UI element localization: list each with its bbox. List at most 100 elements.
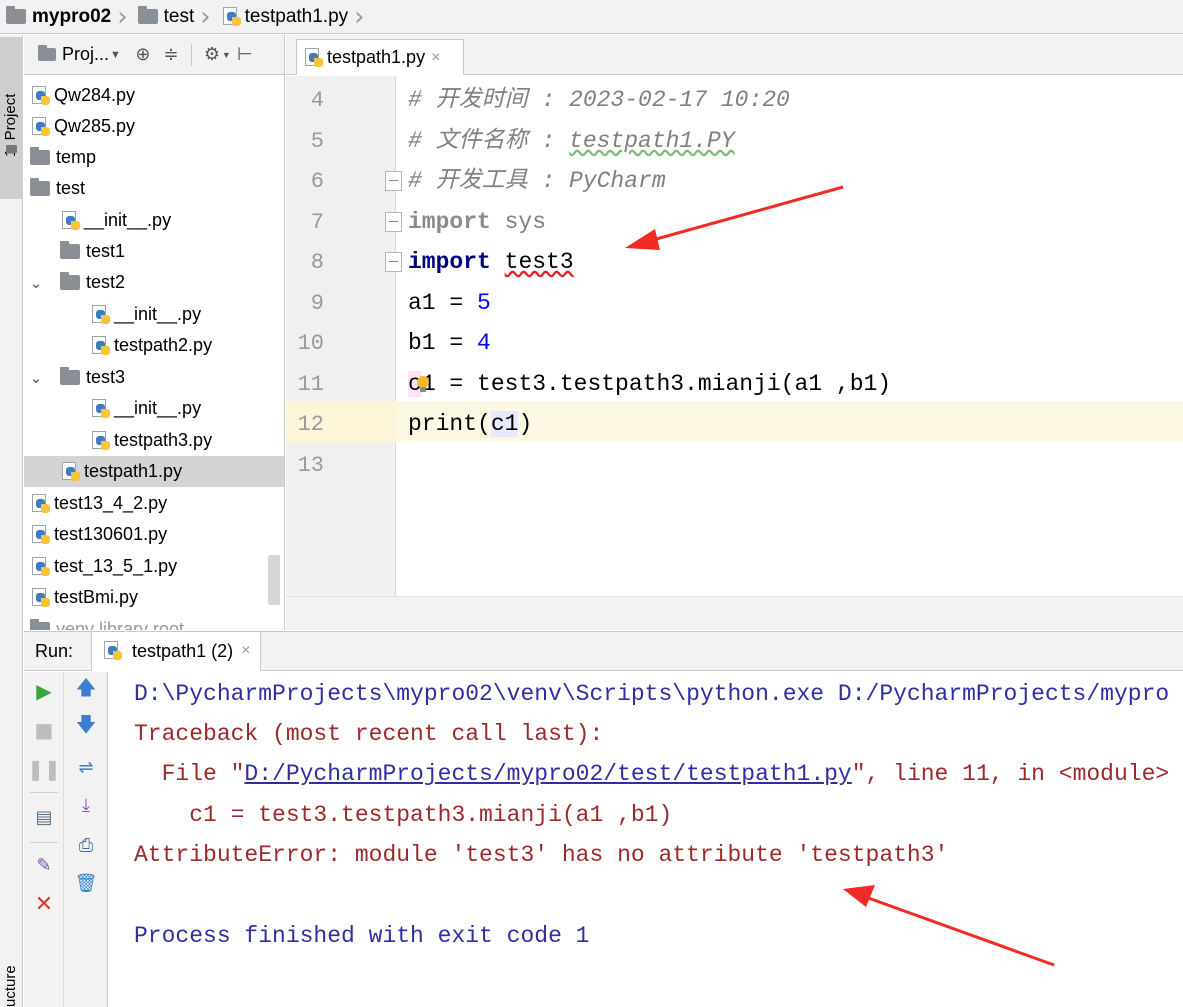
- console-command-line: D:\PycharmProjects\mypro02\venv\Scripts\…: [134, 681, 1170, 707]
- line-number: 9: [310, 291, 324, 316]
- python-file-icon: [30, 493, 52, 515]
- chevron-down-icon[interactable]: ⌄: [26, 369, 46, 387]
- code-line-8: import test3: [408, 242, 574, 282]
- hide-panel-icon[interactable]: ⊢: [231, 41, 259, 69]
- tree-item-file[interactable]: test_13_5_1.py: [24, 551, 284, 582]
- tree-item-file-selected[interactable]: testpath1.py: [24, 456, 284, 487]
- assignment: b1 =: [408, 330, 478, 356]
- tree-item-folder[interactable]: ⌄ test3: [24, 362, 284, 393]
- rerun-icon[interactable]: ▶: [31, 678, 57, 704]
- run-tab-testpath1[interactable]: testpath1 (2) ×: [91, 631, 262, 671]
- dropdown-arrow-icon[interactable]: ▼: [110, 49, 121, 61]
- breadcrumb-folder-label: test: [163, 5, 195, 27]
- tree-scrollbar[interactable]: [268, 555, 280, 605]
- close-paren: ): [518, 411, 533, 437]
- python-file-icon: [90, 398, 112, 420]
- run-toolbar-secondary: 🡅 🡇 ⇌ ⤓ ⎙ 🗑: [64, 672, 108, 1007]
- lightbulb-icon[interactable]: [416, 375, 430, 393]
- editor-tab-bar: testpath1.py ×: [286, 35, 1183, 75]
- console-exit-message: Process finished with exit code 1: [134, 923, 590, 949]
- folder-icon: [60, 272, 80, 290]
- editor-tab-testpath1[interactable]: testpath1.py ×: [296, 39, 464, 75]
- gear-dropdown-icon[interactable]: ▼: [222, 50, 231, 60]
- code-line-5: # 文件名称 : testpath1.PY: [408, 121, 735, 161]
- editor-tab-label: testpath1.py: [327, 47, 426, 67]
- fold-marker-icon[interactable]: [385, 171, 402, 191]
- close-icon[interactable]: ×: [431, 49, 440, 67]
- tree-item-folder[interactable]: venv library root: [24, 614, 284, 630]
- folder-icon: [6, 145, 17, 153]
- tree-item-label: test3: [86, 367, 126, 387]
- run-console-output[interactable]: D:\PycharmProjects\mypro02\venv\Scripts\…: [109, 672, 1183, 1007]
- python-file-icon: [60, 210, 82, 232]
- tree-item-label: __init__.py: [114, 398, 202, 418]
- tree-item-file[interactable]: Qw285.py: [24, 111, 284, 142]
- chevron-down-icon[interactable]: ⌄: [26, 274, 46, 292]
- target-icon[interactable]: ⊕: [129, 41, 157, 69]
- tree-item-folder[interactable]: ⌄ test2: [24, 267, 284, 298]
- stop-icon[interactable]: ■: [31, 717, 57, 743]
- line-number: 6: [310, 169, 324, 194]
- fold-marker-icon[interactable]: [385, 212, 402, 232]
- tree-item-folder[interactable]: test: [24, 173, 284, 204]
- pin-tab-icon[interactable]: ✎: [31, 852, 57, 878]
- fold-marker-icon[interactable]: [385, 252, 402, 272]
- breadcrumb-file[interactable]: testpath1.py ›: [221, 0, 375, 34]
- folder-icon: [30, 178, 50, 196]
- breadcrumb-project[interactable]: mypro02 ›: [6, 0, 138, 34]
- tree-item-label: temp: [56, 147, 97, 167]
- tree-item-folder[interactable]: temp: [24, 142, 284, 173]
- assignment: a1 =: [408, 290, 478, 316]
- code-line-11: c1 = test3.testpath3.mianji(a1 ,b1): [408, 364, 891, 404]
- traceback-file-link[interactable]: D:/PycharmProjects/mypro02/test/testpath…: [244, 761, 851, 787]
- print-icon[interactable]: ⎙: [73, 832, 99, 858]
- tree-item-label: __init__.py: [84, 210, 172, 230]
- console-error-message: AttributeError: module 'test3' has no at…: [134, 842, 949, 868]
- tree-item-file[interactable]: testpath3.py: [24, 425, 284, 456]
- tree-item-file[interactable]: __init__.py: [24, 393, 284, 424]
- line-number: 13: [297, 453, 324, 478]
- print-call: print(: [408, 411, 491, 437]
- folder-icon: [30, 619, 50, 630]
- breadcrumb-folder[interactable]: test ›: [137, 0, 221, 34]
- arrow-up-icon[interactable]: 🡅: [73, 675, 99, 703]
- collapse-all-icon[interactable]: ≑: [157, 41, 185, 69]
- chevron-right-icon: ›: [117, 1, 128, 32]
- trash-icon[interactable]: 🗑: [73, 870, 99, 896]
- tree-item-file[interactable]: __init__.py: [24, 299, 284, 330]
- tree-item-file[interactable]: __init__.py: [24, 205, 284, 236]
- structure-tool-tab[interactable]: ucture: [0, 955, 23, 1007]
- tree-item-label: venv library root: [56, 619, 185, 630]
- project-view-selector[interactable]: Proj...: [62, 44, 109, 65]
- code-editor[interactable]: 4 5 6 7 8 9 10 11 12 13 # 开发时间 : 2023-02…: [286, 76, 1183, 596]
- pause-icon[interactable]: ❚❚: [27, 756, 61, 782]
- toolbar-divider: [190, 43, 192, 66]
- python-file-icon: [90, 430, 112, 452]
- close-run-icon[interactable]: ✕: [31, 891, 57, 917]
- close-icon[interactable]: ×: [241, 642, 250, 660]
- python-file-icon: [30, 524, 52, 546]
- tree-item-file[interactable]: testBmi.py: [24, 582, 284, 613]
- tree-item-file[interactable]: testpath2.py: [24, 330, 284, 361]
- python-file-icon: [221, 6, 243, 28]
- chevron-right-icon: ›: [200, 1, 211, 32]
- soft-wrap-icon[interactable]: ⇌: [73, 754, 99, 780]
- line-number: 12: [297, 412, 324, 437]
- folder-icon: [30, 147, 50, 165]
- tree-item-file[interactable]: test13_4_2.py: [24, 488, 284, 519]
- module-name-error: test3: [504, 249, 574, 275]
- scroll-to-end-icon[interactable]: ⤓: [73, 792, 99, 818]
- tree-item-label: __init__.py: [114, 304, 202, 324]
- left-tool-strip: 1: Project ucture: [0, 35, 23, 1007]
- tree-item-file[interactable]: test130601.py: [24, 519, 284, 550]
- arrow-down-icon[interactable]: 🡇: [73, 712, 99, 740]
- project-tool-tab[interactable]: 1: Project: [0, 37, 23, 199]
- keyword-import: import: [408, 249, 491, 275]
- restore-layout-icon[interactable]: ▤: [31, 804, 57, 830]
- tree-item-folder[interactable]: test1: [24, 236, 284, 267]
- python-file-icon: [102, 640, 124, 662]
- print-argument: c1: [490, 411, 519, 437]
- editor-horizontal-scrollbar[interactable]: [286, 596, 1183, 630]
- tree-item-file[interactable]: Qw284.py: [24, 80, 284, 111]
- line-number: 10: [297, 331, 324, 356]
